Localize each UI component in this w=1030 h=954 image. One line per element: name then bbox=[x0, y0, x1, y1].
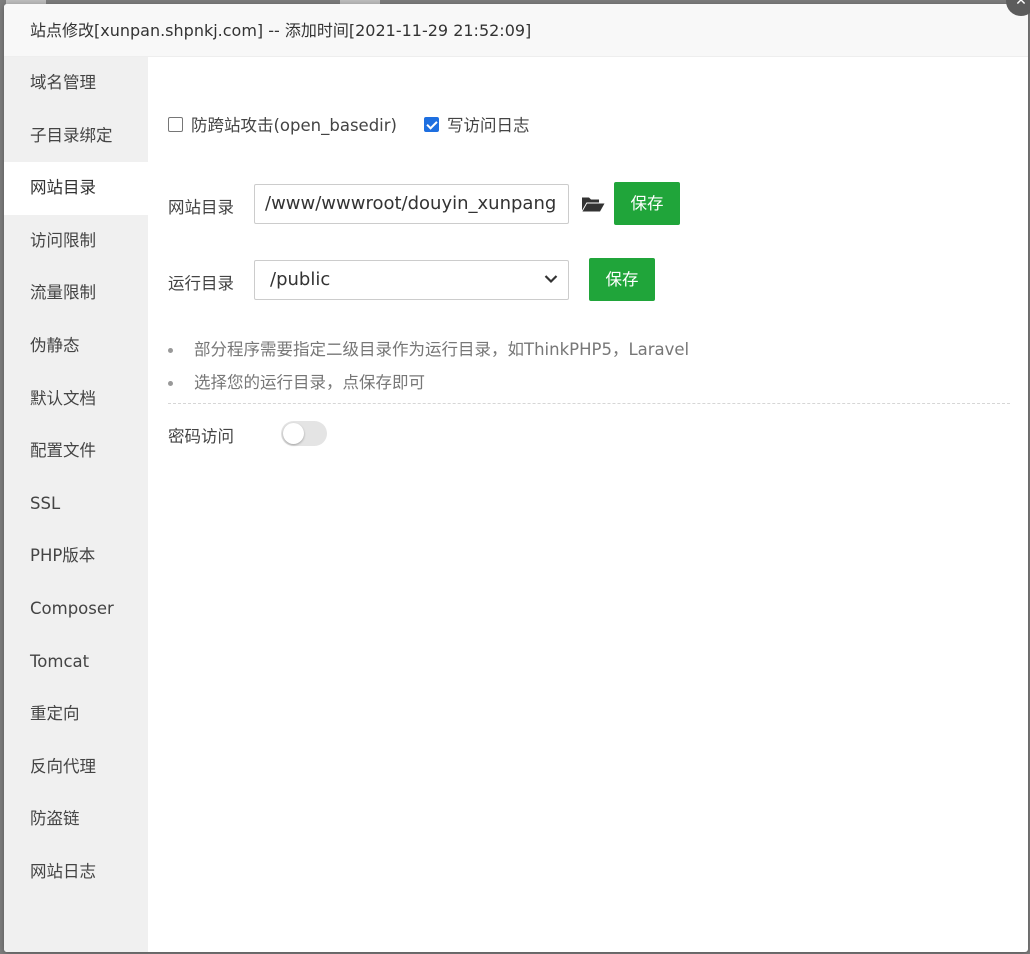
sidebar-item-default-doc[interactable]: 默认文档 bbox=[4, 373, 148, 426]
sidebar-item-subdir-binding[interactable]: 子目录绑定 bbox=[4, 110, 148, 163]
sidebar-item-domain[interactable]: 域名管理 bbox=[4, 57, 148, 110]
sidebar-item-tomcat[interactable]: Tomcat bbox=[4, 636, 148, 689]
sidebar-item-redirect[interactable]: 重定向 bbox=[4, 688, 148, 741]
options-row: 防跨站攻击(open_basedir) 写访问日志 bbox=[168, 114, 530, 135]
sidebar-item-php-version[interactable]: PHP版本 bbox=[4, 530, 148, 583]
sidebar-item-composer[interactable]: Composer bbox=[4, 583, 148, 636]
dialog-title: 站点修改[xunpan.shpnkj.com] -- 添加时间[2021-11-… bbox=[4, 4, 1028, 57]
anti-xss-checkbox[interactable] bbox=[168, 116, 183, 132]
toggle-knob bbox=[283, 423, 304, 444]
chevron-down-icon bbox=[544, 275, 558, 284]
password-access-toggle[interactable] bbox=[281, 421, 327, 446]
sidebar-item-site-logs[interactable]: 网站日志 bbox=[4, 846, 148, 899]
run-dir-label: 运行目录 bbox=[168, 274, 234, 293]
sidebar-nav: 域名管理 子目录绑定 网站目录 访问限制 流量限制 伪静态 默认文档 配置文件 … bbox=[4, 57, 148, 952]
sidebar-item-ssl[interactable]: SSL bbox=[4, 478, 148, 531]
main-panel: 防跨站攻击(open_basedir) 写访问日志 网站目录 /www/wwwr… bbox=[148, 57, 1028, 952]
sidebar-item-config-file[interactable]: 配置文件 bbox=[4, 425, 148, 478]
run-dir-selected: /public bbox=[270, 269, 331, 290]
sidebar-item-access-limit[interactable]: 访问限制 bbox=[4, 215, 148, 268]
sidebar-item-reverse-proxy[interactable]: 反向代理 bbox=[4, 741, 148, 794]
run-dir-select[interactable]: /public bbox=[254, 260, 569, 300]
divider bbox=[168, 403, 1010, 404]
site-dir-input[interactable]: /www/wwwroot/douyin_xunpang bbox=[254, 184, 569, 224]
folder-open-icon[interactable] bbox=[581, 195, 605, 213]
tips-list: 部分程序需要指定二级目录作为运行目录，如ThinkPHP5，Laravel 选择… bbox=[168, 340, 689, 405]
password-access-label: 密码访问 bbox=[168, 427, 234, 446]
save-site-dir-button[interactable]: 保存 bbox=[614, 182, 680, 225]
tip-item: 部分程序需要指定二级目录作为运行目录，如ThinkPHP5，Laravel bbox=[168, 340, 689, 373]
sidebar-item-hotlink-protection[interactable]: 防盗链 bbox=[4, 793, 148, 846]
access-log-checkbox[interactable] bbox=[423, 116, 439, 132]
sidebar-item-site-directory[interactable]: 网站目录 bbox=[4, 162, 148, 215]
sidebar-item-rewrite[interactable]: 伪静态 bbox=[4, 320, 148, 373]
save-run-dir-button[interactable]: 保存 bbox=[589, 258, 655, 301]
site-dir-label: 网站目录 bbox=[168, 198, 234, 217]
tip-item: 选择您的运行目录，点保存即可 bbox=[168, 373, 689, 406]
access-log-label: 写访问日志 bbox=[446, 116, 530, 135]
site-settings-dialog: 站点修改[xunpan.shpnkj.com] -- 添加时间[2021-11-… bbox=[4, 4, 1028, 952]
anti-xss-label: 防跨站攻击(open_basedir) bbox=[191, 116, 397, 135]
sidebar-item-traffic-limit[interactable]: 流量限制 bbox=[4, 267, 148, 320]
